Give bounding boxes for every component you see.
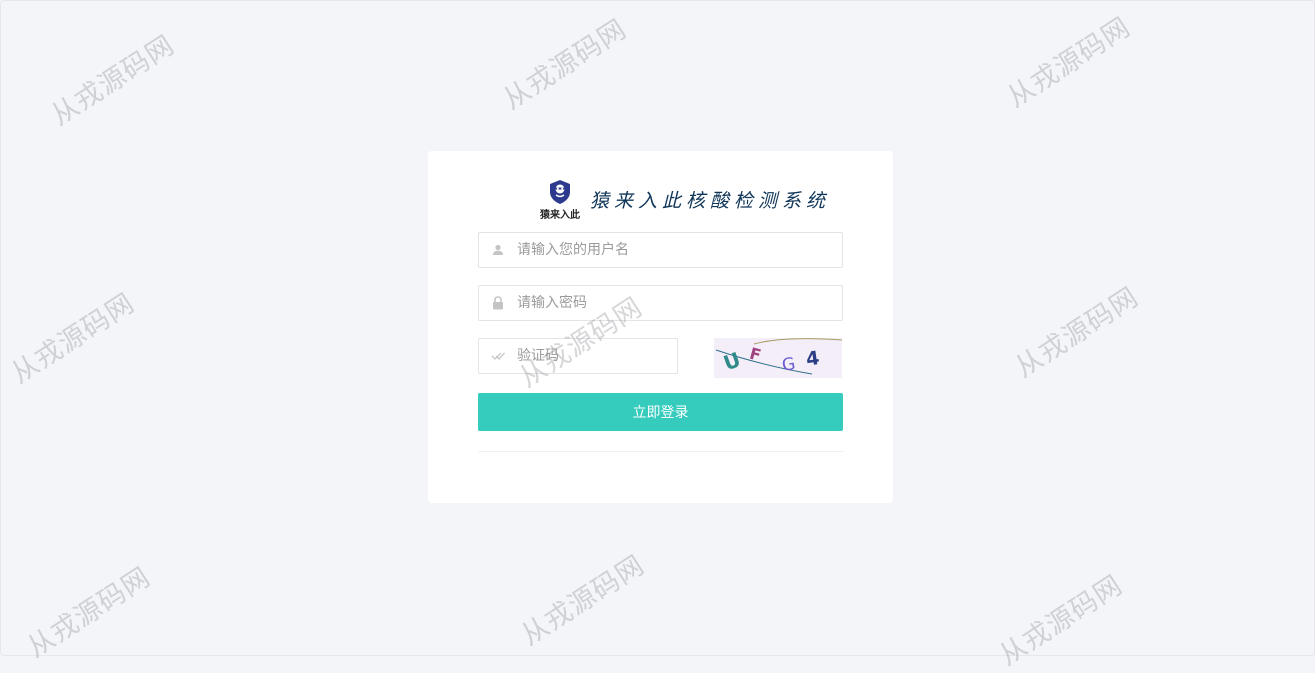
username-field [478,232,843,268]
username-input[interactable] [517,233,842,267]
brand-header: 猿来入此 猿来入此核酸检测系统 [536,179,831,221]
check-icon [479,338,517,374]
password-input[interactable] [517,286,842,320]
brand-logo-text: 猿来入此 [540,210,580,221]
user-icon [479,232,517,268]
brand-title: 猿来入此核酸检测系统 [590,189,831,212]
svg-text:F: F [748,344,763,365]
captcha-input[interactable] [517,339,677,373]
brand-logo: 猿来入此 [536,179,584,221]
captcha-graphic: U F G 4 [715,338,843,376]
login-button[interactable]: 立即登录 [478,393,843,431]
svg-text:U: U [720,347,743,375]
password-field [478,285,843,321]
captcha-field [478,338,678,374]
captcha-image[interactable]: U F G 4 [714,338,843,378]
shield-logo-icon [550,180,570,204]
svg-text:G: G [781,354,797,376]
svg-text:4: 4 [805,347,821,371]
lock-icon [479,285,517,321]
login-card: 猿来入此 猿来入此核酸检测系统 请输入您的用户名 验证码 U F G 4 立即登… [428,151,893,503]
card-divider [478,451,843,452]
